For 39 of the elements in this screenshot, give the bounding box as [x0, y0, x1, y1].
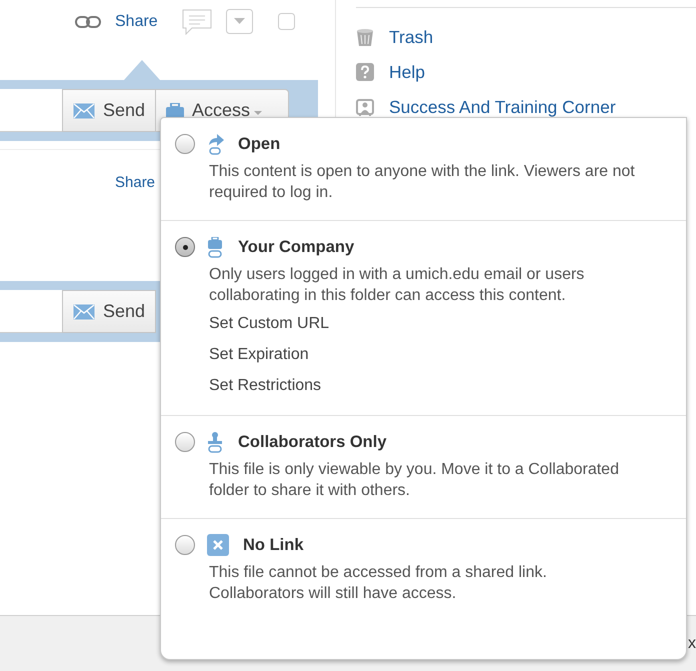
radio-button[interactable]	[175, 237, 195, 257]
option-description: This file cannot be accessed from a shared link. Collaborators will still have access.	[209, 563, 548, 604]
option-title: Collaborators Only	[238, 432, 387, 452]
menu-item[interactable]: Set Restrictions	[209, 377, 670, 398]
close-icon	[207, 534, 229, 556]
share-link[interactable]: Share	[115, 12, 158, 30]
radio-button[interactable]	[175, 134, 195, 154]
person-link-icon	[207, 432, 224, 452]
briefcase-icon	[166, 102, 184, 118]
email-input-field[interactable]	[0, 89, 62, 132]
dropdown-icon	[226, 9, 253, 34]
help-icon	[356, 63, 374, 82]
send-button[interactable]: Send	[62, 290, 156, 333]
sidebar-link[interactable]: Success And Training Corner	[389, 97, 616, 118]
envelope-icon	[73, 304, 95, 320]
option-description: Only users logged in with a umich.edu email or users collaborating in this folder can access this content.	[209, 265, 586, 306]
comment-icon	[182, 8, 212, 34]
email-input-field[interactable]	[0, 290, 62, 333]
sidebar-link[interactable]: Trash	[389, 27, 434, 48]
radio-button[interactable]	[175, 535, 195, 555]
link-icon	[75, 16, 101, 28]
option-description: This file is only viewable by you. Move it to a Collaborated folder to share it with others.	[209, 460, 620, 501]
person-board-icon	[356, 98, 374, 117]
option-title: No Link	[243, 536, 304, 554]
option-title: Open	[238, 134, 280, 154]
share-link[interactable]: Share	[115, 174, 156, 191]
option-description: This content is open to anyone with the link. Viewers are not required to log in.	[209, 162, 636, 203]
trash-icon	[356, 28, 374, 47]
menu-item[interactable]: Set Custom URL	[209, 315, 670, 336]
sidebar-link[interactable]: Help	[389, 62, 425, 83]
checkbox-icon	[278, 13, 295, 30]
send-button[interactable]: Send	[62, 89, 156, 132]
share-link-icon	[207, 134, 224, 154]
close-mark[interactable]: x	[688, 634, 696, 652]
option-title: Your Company	[238, 238, 354, 256]
briefcase-link-icon	[207, 236, 224, 258]
radio-button[interactable]	[175, 432, 195, 452]
envelope-icon	[73, 102, 95, 118]
menu-item[interactable]: Set Expiration	[209, 346, 670, 367]
